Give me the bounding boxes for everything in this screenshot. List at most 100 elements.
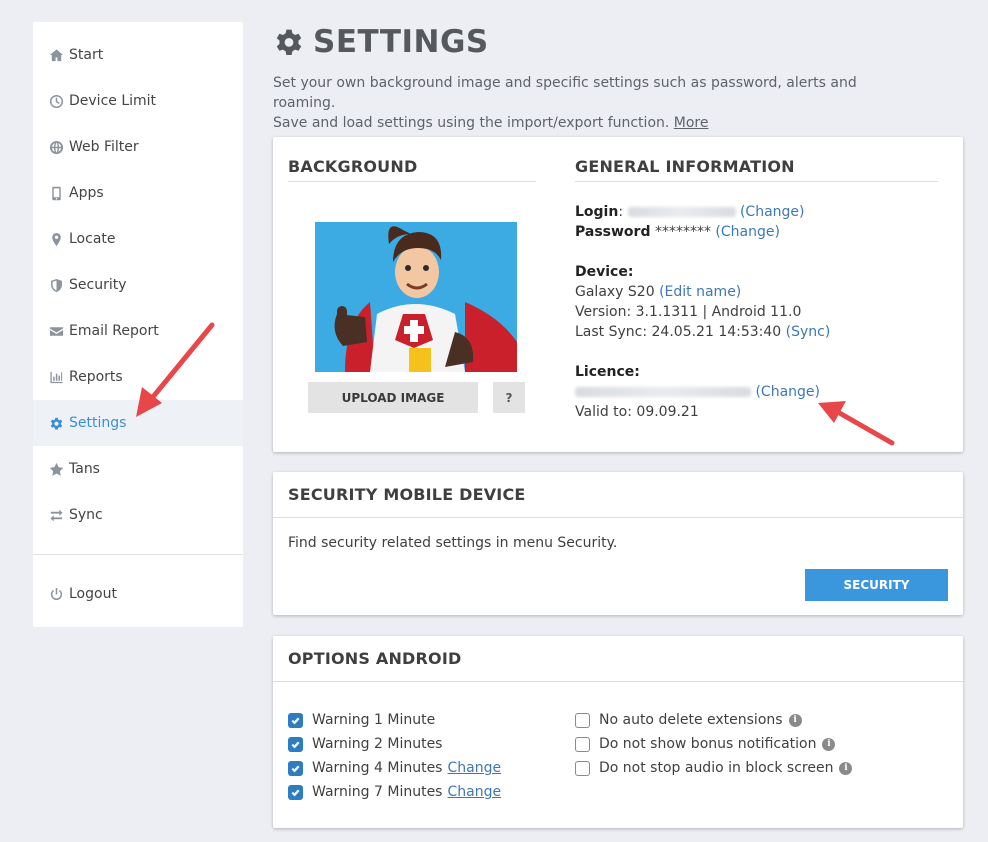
password-label: Password [575, 224, 651, 240]
version-text: Version: 3.1.1311 | Android 11.0 [575, 304, 802, 320]
licence-row: (Change) [575, 382, 820, 402]
device-label-text: Device: [575, 264, 634, 280]
divider [288, 181, 536, 182]
option-warning-1-minute: Warning 1 Minute [288, 710, 435, 730]
sidebar-item-label: Locate [69, 231, 116, 247]
option-no-bonus-notification: Do not show bonus notification i [575, 734, 836, 754]
more-link[interactable]: More [674, 115, 709, 131]
sidebar-item-label: Security [69, 277, 127, 293]
sidebar-item-start[interactable]: Start [33, 32, 243, 78]
info-icon[interactable]: i [788, 713, 802, 727]
background-image [315, 222, 517, 372]
sidebar-item-label: Device Limit [69, 93, 157, 109]
last-sync-text: Last Sync: 24.05.21 14:53:40 [575, 324, 782, 340]
options-android-card: OPTIONS ANDROID Warning 1 Minute Warning… [273, 636, 963, 828]
sidebar-item-web-filter[interactable]: Web Filter [33, 124, 243, 170]
device-label: Device: [575, 262, 633, 282]
sidebar-item-label: Start [69, 47, 104, 63]
annotation-arrow-icon [818, 401, 895, 446]
upload-image-button[interactable]: UPLOAD IMAGE [308, 382, 478, 413]
checkbox-checked[interactable] [288, 760, 303, 776]
option-warning-2-minutes: Warning 2 Minutes [288, 734, 442, 754]
option-label: Warning 4 Minutes [312, 760, 443, 776]
globe-icon [48, 139, 64, 155]
checkbox-unchecked[interactable] [575, 760, 590, 776]
option-no-stop-audio: Do not stop audio in block screen i [575, 758, 853, 778]
edit-name-link[interactable]: (Edit name) [659, 284, 741, 300]
sidebar-item-label: Logout [69, 586, 117, 602]
option-label: Warning 1 Minute [312, 712, 436, 728]
option-label: Do not stop audio in block screen [599, 760, 834, 776]
licence-value-redacted [575, 387, 751, 397]
option-label: No auto delete extensions [599, 712, 783, 728]
security-card-title: SECURITY MOBILE DEVICE [288, 485, 526, 504]
description-line-1: Set your own background image and specif… [273, 75, 857, 111]
security-button[interactable]: SECURITY [805, 569, 948, 601]
checkbox-checked[interactable] [288, 712, 303, 728]
sidebar-item-apps[interactable]: Apps [33, 170, 243, 216]
description-line-2-text: Save and load settings using the import/… [273, 115, 670, 131]
sidebar-item-label: Sync [69, 507, 103, 523]
sidebar-item-security[interactable]: Security [33, 262, 243, 308]
description-line-2: Save and load settings using the import/… [273, 113, 913, 133]
option-warning-4-minutes: Warning 4 Minutes Change [288, 758, 501, 778]
sidebar-item-label: Apps [69, 185, 104, 201]
info-icon[interactable]: i [822, 737, 836, 751]
general-information-title: GENERAL INFORMATION [575, 157, 795, 176]
gear-icon [276, 29, 302, 55]
phone-icon [48, 185, 64, 201]
exchange-icon [48, 507, 64, 523]
info-icon[interactable]: i [839, 761, 853, 775]
options-card-title: OPTIONS ANDROID [288, 649, 462, 668]
last-sync-row: Last Sync: 24.05.21 14:53:40 (Sync) [575, 322, 830, 342]
sidebar-item-label: Tans [69, 461, 100, 477]
password-change-link[interactable]: (Change) [715, 224, 780, 240]
login-value-redacted [627, 207, 736, 217]
password-row: Password ******** (Change) [575, 222, 780, 242]
sidebar-item-label: Settings [69, 415, 127, 431]
shield-icon [48, 277, 64, 293]
device-name: Galaxy S20 [575, 284, 655, 300]
option-label: Warning 2 Minutes [312, 736, 443, 752]
star-icon [48, 461, 64, 477]
sidebar-item-logout[interactable]: Logout [33, 571, 243, 617]
checkbox-checked[interactable] [288, 736, 303, 752]
device-name-row: Galaxy S20 (Edit name) [575, 282, 741, 302]
sidebar-item-label: Web Filter [69, 139, 139, 155]
login-label: Login [575, 204, 619, 220]
annotation-arrow-icon [136, 322, 215, 417]
checkbox-unchecked[interactable] [575, 736, 590, 752]
gear-icon [48, 415, 64, 431]
option-warning-7-minutes: Warning 7 Minutes Change [288, 782, 501, 802]
login-change-link[interactable]: (Change) [740, 204, 805, 220]
warning-4-change-link[interactable]: Change [447, 760, 501, 776]
security-card: SECURITY MOBILE DEVICE Find security rel… [273, 472, 963, 615]
checkbox-unchecked[interactable] [575, 712, 590, 728]
background-title: BACKGROUND [288, 157, 418, 176]
clock-icon [48, 93, 64, 109]
security-card-text: Find security related settings in menu S… [288, 535, 618, 551]
warning-7-change-link[interactable]: Change [447, 784, 501, 800]
page-description: Set your own background image and specif… [273, 73, 913, 133]
login-colon: : [618, 204, 624, 220]
sidebar-item-tans[interactable]: Tans [33, 446, 243, 492]
sidebar-item-sync[interactable]: Sync [33, 492, 243, 538]
valid-to-text: Valid to: 09.09.21 [575, 404, 699, 420]
map-pin-icon [48, 231, 64, 247]
option-label: Do not show bonus notification [599, 736, 817, 752]
licence-label: Licence: [575, 362, 640, 382]
password-value: ******** [654, 224, 711, 240]
divider [575, 181, 938, 182]
superhero-mascot-image [315, 222, 517, 372]
help-button[interactable]: ? [493, 382, 525, 413]
sidebar-item-locate[interactable]: Locate [33, 216, 243, 262]
sidebar-item-device-limit[interactable]: Device Limit [33, 78, 243, 124]
home-icon [48, 47, 64, 63]
page-title-text: SETTINGS [313, 24, 489, 60]
bar-chart-icon [48, 369, 64, 385]
licence-label-text: Licence: [575, 364, 640, 380]
checkbox-checked[interactable] [288, 784, 303, 800]
option-no-auto-delete-extensions: No auto delete extensions i [575, 710, 802, 730]
sync-link[interactable]: (Sync) [786, 324, 831, 340]
divider [273, 681, 963, 682]
